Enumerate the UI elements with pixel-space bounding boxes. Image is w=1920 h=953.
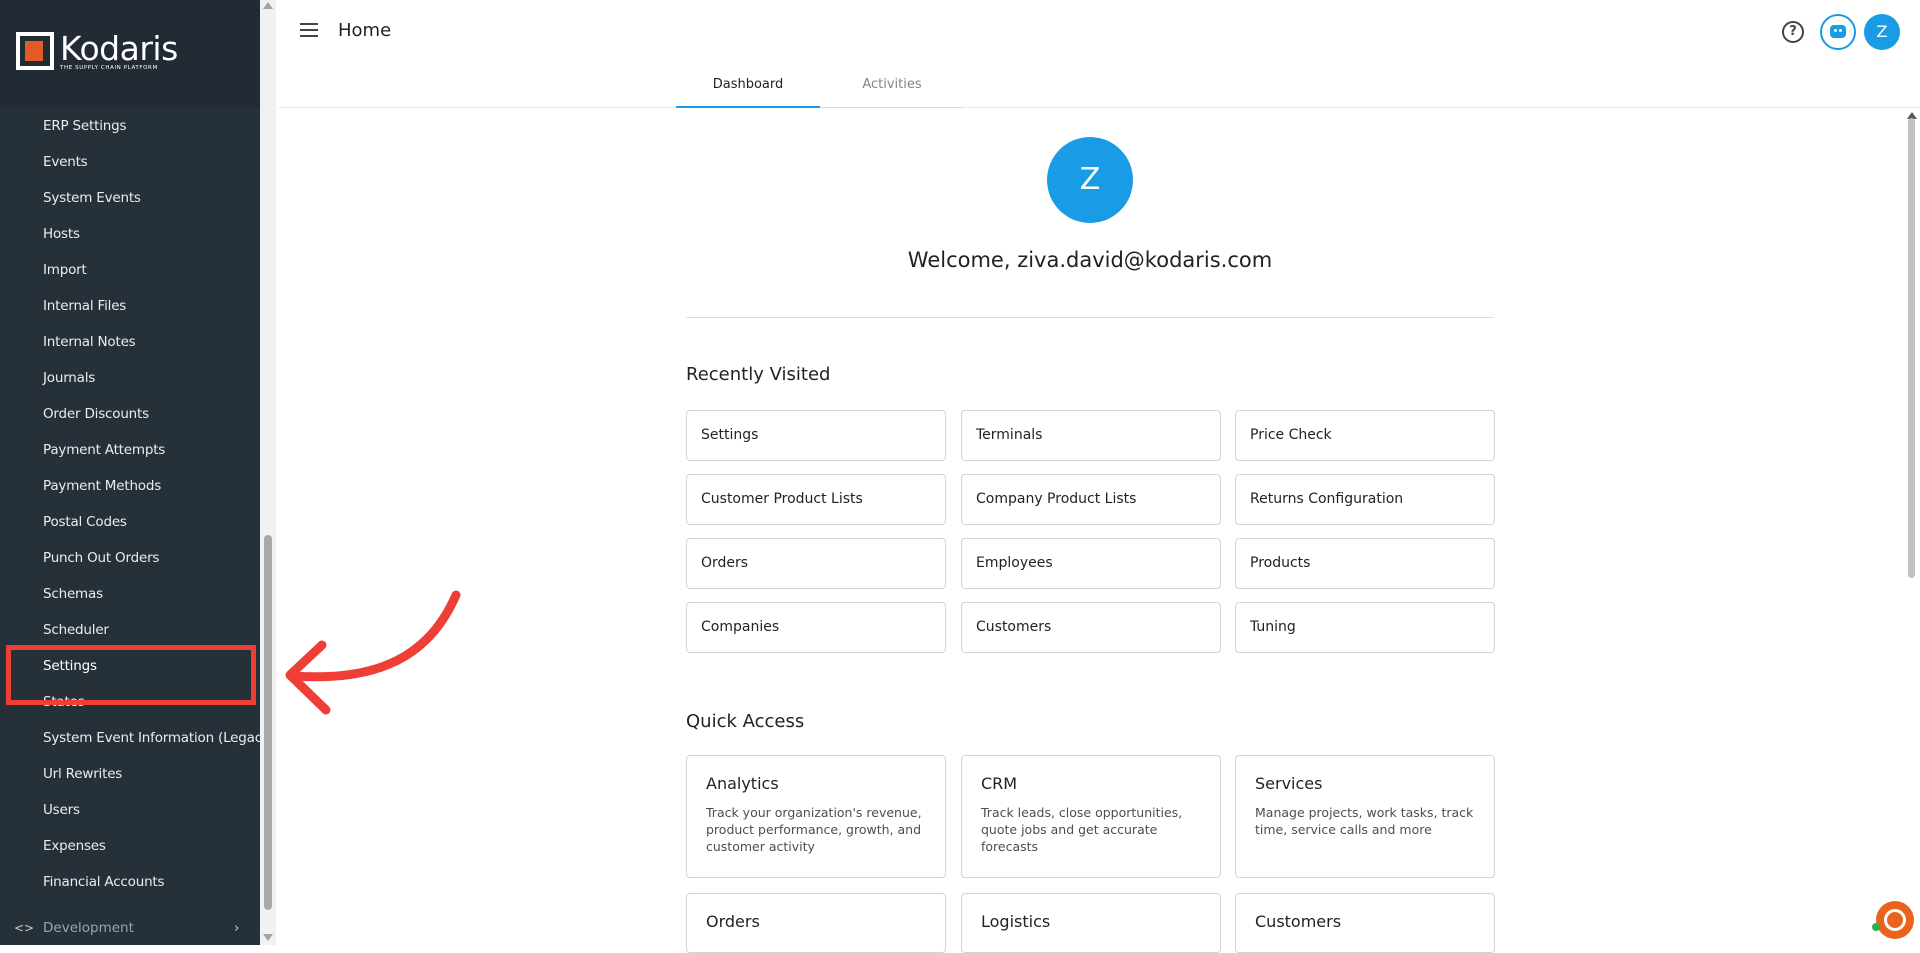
recent-link-companies[interactable]: Companies [686, 602, 946, 653]
chevron-right-icon: › [234, 920, 240, 936]
sidebar-item-schemas[interactable]: Schemas [0, 576, 260, 612]
quick-access-card-desc: Track your organization's revenue, produ… [706, 805, 922, 854]
page-title: Home [338, 20, 392, 41]
sidebar-item-label: Development [43, 920, 134, 936]
divider [686, 317, 1494, 318]
main-scrollbar-thumb[interactable] [1908, 118, 1915, 578]
chat-widget-icon[interactable] [1872, 901, 1914, 939]
sidebar-item-payment-methods[interactable]: Payment Methods [0, 468, 260, 504]
sidebar-header: Kodaris THE SUPPLY CHAIN PLATFORM [0, 0, 260, 107]
sidebar-item-users[interactable]: Users [0, 792, 260, 828]
settings-highlight-box [6, 645, 256, 705]
sidebar-nav: ERP Settings Events System Events Hosts … [0, 108, 260, 900]
main-scrollbar[interactable] [1903, 108, 1920, 945]
quick-access-card-desc: Manage projects, work tasks, track time,… [1255, 805, 1474, 837]
logo-name: Kodaris [60, 29, 178, 68]
sidebar-item-expenses[interactable]: Expenses [0, 828, 260, 864]
recent-link-returns-configuration[interactable]: Returns Configuration [1235, 474, 1495, 525]
welcome-message: Welcome, ziva.david@kodaris.com [907, 248, 1273, 272]
quick-access-analytics[interactable]: Analytics Track your organization's reve… [686, 755, 946, 878]
recent-link-terminals[interactable]: Terminals [961, 410, 1221, 461]
quick-access-card-title: Logistics [981, 912, 1051, 931]
quick-access-card-title: Customers [1255, 912, 1342, 931]
sidebar-item-internal-files[interactable]: Internal Files [0, 288, 260, 324]
quick-access-logistics[interactable]: Logistics [961, 893, 1221, 953]
sidebar-item-postal-codes[interactable]: Postal Codes [0, 504, 260, 540]
recent-link-customers[interactable]: Customers [961, 602, 1221, 653]
quick-access-card-title: Services [1255, 774, 1323, 793]
sidebar-item-events[interactable]: Events [0, 144, 260, 180]
quick-access-services[interactable]: Services Manage projects, work tasks, tr… [1235, 755, 1495, 878]
sidebar-item-scheduler[interactable]: Scheduler [0, 612, 260, 648]
recent-link-orders[interactable]: Orders [686, 538, 946, 589]
user-avatar[interactable]: Z [1864, 14, 1900, 50]
top-bar: Home ? Z [278, 0, 1920, 108]
quick-access-card-title: Analytics [706, 774, 779, 793]
sidebar-item-journals[interactable]: Journals [0, 360, 260, 396]
hamburger-menu-icon[interactable] [300, 23, 318, 41]
online-status-dot [1872, 923, 1880, 931]
kodaris-logo[interactable]: Kodaris THE SUPPLY CHAIN PLATFORM [16, 32, 178, 71]
sidebar-item-system-event-information[interactable]: System Event Information (Legacy) [0, 720, 260, 756]
sidebar-item-system-events[interactable]: System Events [0, 180, 260, 216]
sidebar-item-url-rewrites[interactable]: Url Rewrites [0, 756, 260, 792]
recent-link-customer-product-lists[interactable]: Customer Product Lists [686, 474, 946, 525]
code-icon: <> [14, 921, 35, 935]
quick-access-customers[interactable]: Customers [1235, 893, 1495, 953]
sidebar-item-internal-notes[interactable]: Internal Notes [0, 324, 260, 360]
quick-access-crm[interactable]: CRM Track leads, close opportunities, qu… [961, 755, 1221, 878]
recently-visited-title: Recently Visited [686, 364, 831, 385]
welcome-avatar: Z [1047, 137, 1133, 223]
tab-activities[interactable]: Activities [820, 70, 964, 108]
sidebar-item-order-discounts[interactable]: Order Discounts [0, 396, 260, 432]
quick-access-card-desc: Track leads, close opportunities, quote … [981, 805, 1183, 854]
recent-link-employees[interactable]: Employees [961, 538, 1221, 589]
sidebar-item-financial-accounts[interactable]: Financial Accounts [0, 864, 260, 900]
sidebar-item-payment-attempts[interactable]: Payment Attempts [0, 432, 260, 468]
sidebar-item-hosts[interactable]: Hosts [0, 216, 260, 252]
sidebar-item-import[interactable]: Import [0, 252, 260, 288]
sidebar-item-erp-settings[interactable]: ERP Settings [0, 108, 260, 144]
tab-bar: Dashboard Activities [676, 70, 964, 108]
scroll-down-arrow-icon[interactable] [263, 934, 273, 941]
sidebar: Kodaris THE SUPPLY CHAIN PLATFORM ERP Se… [0, 0, 260, 945]
sidebar-scrollbar[interactable] [260, 0, 276, 945]
sidebar-item-development[interactable]: <> Development › [0, 910, 260, 945]
recent-link-price-check[interactable]: Price Check [1235, 410, 1495, 461]
quick-access-orders[interactable]: Orders [686, 893, 946, 953]
tab-dashboard[interactable]: Dashboard [676, 70, 820, 108]
sidebar-scrollbar-thumb[interactable] [264, 535, 272, 910]
assistant-bot-icon[interactable] [1820, 14, 1856, 50]
kodaris-logo-icon [16, 32, 54, 70]
scroll-up-arrow-icon[interactable] [263, 2, 273, 9]
recent-link-settings[interactable]: Settings [686, 410, 946, 461]
quick-access-card-title: CRM [981, 774, 1018, 793]
sidebar-item-punch-out-orders[interactable]: Punch Out Orders [0, 540, 260, 576]
recent-link-tuning[interactable]: Tuning [1235, 602, 1495, 653]
quick-access-title: Quick Access [686, 711, 805, 732]
dashboard-content: Z Welcome, ziva.david@kodaris.com Recent… [278, 108, 1903, 953]
recent-link-company-product-lists[interactable]: Company Product Lists [961, 474, 1221, 525]
recent-link-products[interactable]: Products [1235, 538, 1495, 589]
quick-access-card-title: Orders [706, 912, 760, 931]
help-icon[interactable]: ? [1782, 21, 1804, 43]
